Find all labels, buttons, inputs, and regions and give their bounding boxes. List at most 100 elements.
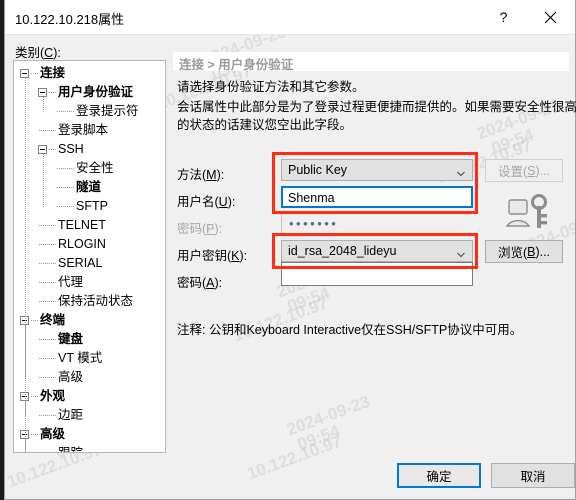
help-button[interactable]: ? xyxy=(481,0,526,34)
tree-connector-vertical xyxy=(25,325,26,378)
user-key-icon xyxy=(505,192,553,235)
tree-connector-vertical xyxy=(25,78,26,302)
title-bar: 10.122.10.218属性 ? xyxy=(5,0,575,35)
tree-connector xyxy=(49,92,56,93)
browse-button[interactable]: 浏览(B)... xyxy=(485,240,563,263)
description-line-2: 会话属性中此部分是为了登录过程更便捷而提供的。如果需要安全性很高 xyxy=(177,100,576,114)
tree-connector xyxy=(31,320,38,321)
tree-item[interactable]: 跟踪 xyxy=(14,444,165,453)
expander-collapse-icon[interactable] xyxy=(20,69,29,78)
password-label: 密码(P): xyxy=(177,218,222,237)
watermark-text: 09:54 xyxy=(488,125,537,158)
tree-connector xyxy=(39,358,56,359)
passphrase-label-text: 密码(A): xyxy=(177,276,223,290)
tree-item[interactable]: RLOGIN xyxy=(14,235,165,254)
tree-connector xyxy=(39,130,56,131)
username-label-text: 用户名(U): xyxy=(177,195,236,209)
tree-item[interactable]: 键盘 xyxy=(14,330,165,349)
password-value: ••••••• xyxy=(289,216,339,231)
tree-item-label: SFTP xyxy=(76,199,108,213)
ok-button[interactable]: 确定 xyxy=(397,463,481,488)
expander-collapse-icon[interactable] xyxy=(38,88,47,97)
tree-connector-vertical xyxy=(43,97,44,112)
expander-collapse-icon[interactable] xyxy=(38,145,47,154)
tree-connector xyxy=(31,434,38,435)
tree-item-label: SERIAL xyxy=(58,256,103,270)
tree-connector-vertical xyxy=(43,154,44,207)
tree-item[interactable]: 高级 xyxy=(14,425,165,444)
tree-connector xyxy=(39,225,56,226)
window-title: 10.122.10.218属性 xyxy=(15,12,125,27)
close-icon[interactable] xyxy=(528,0,573,34)
tree-item[interactable]: 高级 xyxy=(14,368,165,387)
tree-item-label: TELNET xyxy=(58,218,106,232)
tree-connector-vertical xyxy=(25,439,26,452)
tree-item-label: 跟踪 xyxy=(58,446,84,453)
password-label-text: 密码(P): xyxy=(177,222,223,236)
tree-connector xyxy=(39,415,56,416)
tree-item-label: 登录脚本 xyxy=(58,123,109,137)
tree-item[interactable]: TELNET xyxy=(14,216,165,235)
userkey-value: id_rsa_2048_lideyu xyxy=(288,244,397,258)
settings-button: 设置(S)... xyxy=(485,159,563,182)
tree-item[interactable]: SERIAL xyxy=(14,254,165,273)
tree-item-label: 终端 xyxy=(40,313,66,327)
tree-item-label: 代理 xyxy=(58,275,84,289)
watermark-text: 09:54 xyxy=(294,421,343,454)
tree-connector xyxy=(31,73,38,74)
tree-item[interactable]: SFTP xyxy=(14,197,165,216)
tree-item[interactable]: 边距 xyxy=(14,406,165,425)
breadcrumb: 连接 > 用户身份验证 xyxy=(179,58,294,72)
tree-connector xyxy=(57,111,74,112)
tree-connector xyxy=(39,244,56,245)
username-label: 用户名(U): xyxy=(177,191,235,210)
tree-connector xyxy=(39,282,56,283)
description-line-1: 请选择身份验证方法和其它参数。 xyxy=(177,80,365,94)
tree-item-label: 用户身份验证 xyxy=(58,85,134,99)
username-input[interactable]: Shenma xyxy=(281,186,473,208)
tree-item[interactable]: 登录提示符 xyxy=(14,102,165,121)
method-label: 方法(M): xyxy=(177,164,224,183)
category-tree[interactable]: 连接用户身份验证登录提示符登录脚本 SSH 安全性隧道 SFTP TELNET RLOGI… xyxy=(13,60,166,453)
properties-dialog: 2024-09-2309:5410.122.10.972024-09-2309:… xyxy=(4,0,576,500)
tree-connector xyxy=(49,149,56,150)
tree-item[interactable]: 代理 xyxy=(14,273,165,292)
method-label-text: 方法(M): xyxy=(177,168,225,182)
method-combobox[interactable]: Public Key xyxy=(281,159,473,181)
watermark-text: 10.122.10.97 xyxy=(244,431,345,484)
tree-item[interactable]: 隧道 xyxy=(14,178,165,197)
tree-item-label: SSH xyxy=(58,142,84,156)
tree-item[interactable]: VT 模式 xyxy=(14,349,165,368)
tree-connector xyxy=(57,168,74,169)
tree-item[interactable]: 终端 xyxy=(14,311,165,330)
tree-item-label: 键盘 xyxy=(58,332,84,346)
tree-item[interactable]: 用户身份验证 xyxy=(14,83,165,102)
tree-item[interactable]: 外观 xyxy=(14,387,165,406)
passphrase-input[interactable] xyxy=(281,262,473,286)
password-input: ••••••• xyxy=(281,213,473,235)
tree-item-label: RLOGIN xyxy=(58,237,106,251)
watermark-text: 09:54 xyxy=(284,283,333,316)
tree-item-label: 边距 xyxy=(58,408,84,422)
watermark-text: 2024-09-23 xyxy=(284,391,373,440)
tree-item-label: 隧道 xyxy=(76,180,102,194)
tree-item-label: 外观 xyxy=(40,389,66,403)
tree-connector xyxy=(39,301,56,302)
tree-connector xyxy=(39,263,56,264)
tree-item[interactable]: 登录脚本 xyxy=(14,121,165,140)
tree-connector xyxy=(31,396,38,397)
tree-connector xyxy=(39,377,56,378)
tree-item[interactable]: 连接 xyxy=(14,64,165,83)
tree-item[interactable]: 保持活动状态 xyxy=(14,292,165,311)
note-text: 注释: 公钥和Keyboard Interactive仅在SSH/SFTP协议中… xyxy=(177,323,523,337)
chevron-down-icon xyxy=(457,167,465,177)
tree-item[interactable]: 安全性 xyxy=(14,159,165,178)
cancel-button[interactable]: 取消 xyxy=(491,463,575,488)
userkey-combobox[interactable]: id_rsa_2048_lideyu xyxy=(281,240,473,262)
breadcrumb-bar: 连接 > 用户身份验证 xyxy=(173,52,569,72)
tree-item-label: 高级 xyxy=(58,370,84,384)
tree-item[interactable]: SSH xyxy=(14,140,165,159)
tree-connector xyxy=(57,187,74,188)
tree-connector xyxy=(57,206,74,207)
description-line-3: 的状态的话建议您空出此字段。 xyxy=(177,118,353,132)
